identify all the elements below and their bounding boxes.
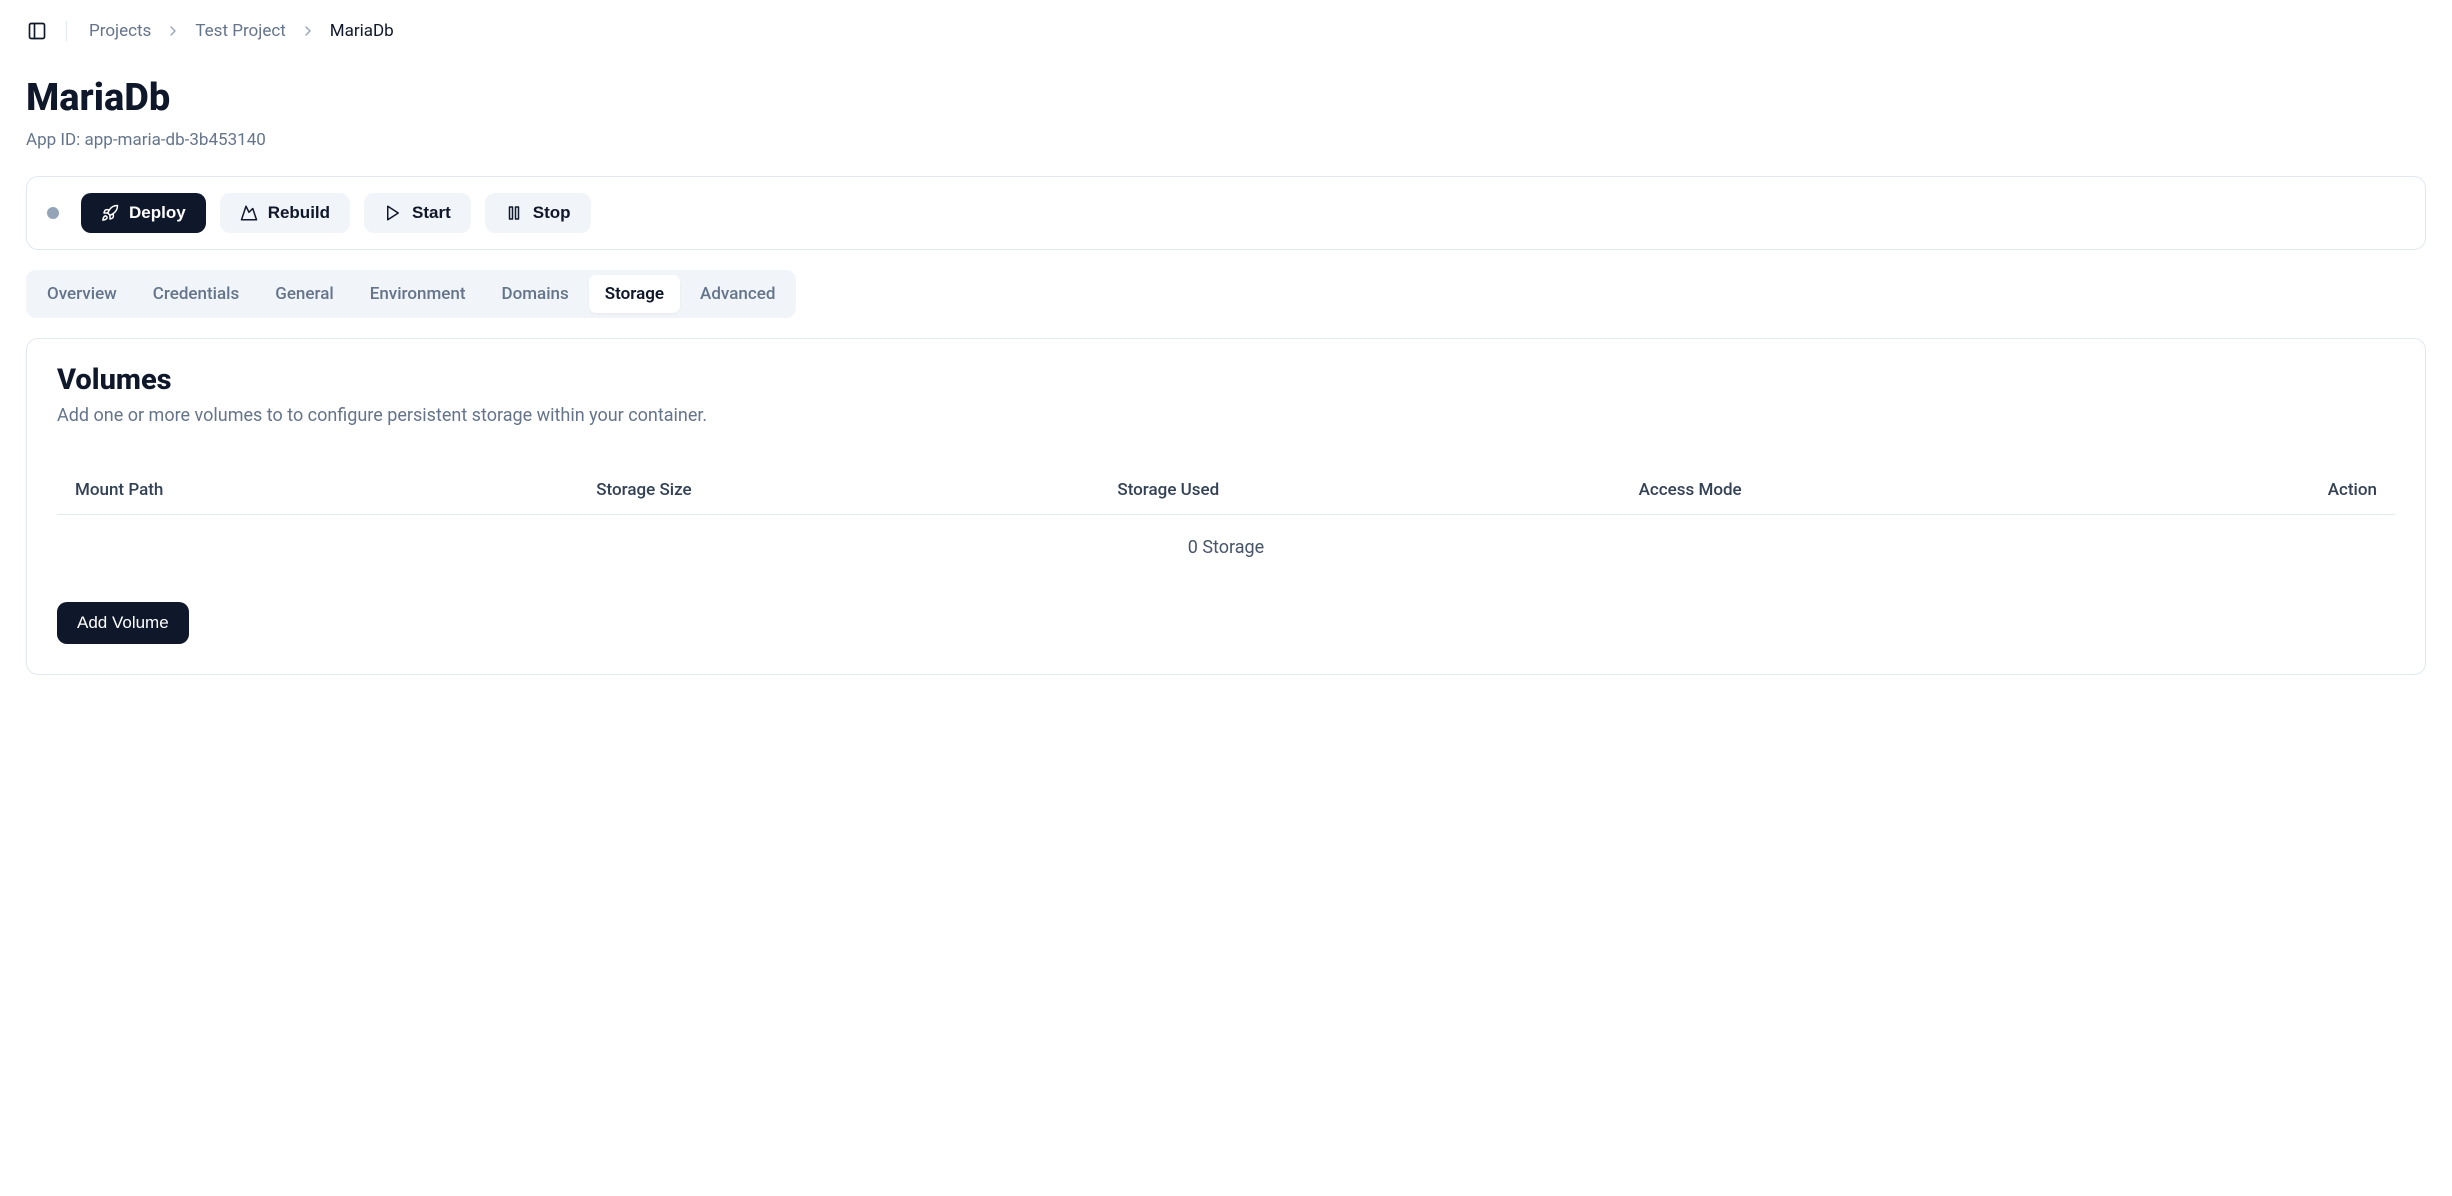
add-volume-button[interactable]: Add Volume [57, 602, 189, 644]
breadcrumb-link-project[interactable]: Test Project [195, 21, 285, 41]
play-icon [384, 204, 402, 222]
volumes-table-header: Mount Path Storage Size Storage Used Acc… [57, 466, 2395, 515]
breadcrumb-current: MariaDb [330, 21, 394, 41]
volumes-empty-state: 0 Storage [57, 515, 2395, 580]
column-storage-size: Storage Size [596, 480, 1117, 500]
tab-domains[interactable]: Domains [486, 275, 585, 313]
volumes-title: Volumes [57, 363, 2395, 397]
tab-advanced[interactable]: Advanced [684, 275, 791, 313]
rebuild-button[interactable]: Rebuild [220, 193, 350, 233]
divider [66, 21, 67, 41]
start-button[interactable]: Start [364, 193, 471, 233]
tab-general[interactable]: General [259, 275, 349, 313]
volumes-description: Add one or more volumes to to configure … [57, 405, 2395, 426]
start-button-label: Start [412, 203, 451, 223]
panel-left-icon [27, 21, 47, 41]
stop-button[interactable]: Stop [485, 193, 591, 233]
volumes-card: Volumes Add one or more volumes to to co… [26, 338, 2426, 675]
app-id-label: App ID: app-maria-db-3b453140 [26, 130, 2426, 150]
status-indicator [47, 207, 59, 219]
tab-overview[interactable]: Overview [31, 275, 133, 313]
tab-storage[interactable]: Storage [589, 275, 680, 313]
page-title: MariaDb [26, 76, 2426, 120]
pause-icon [505, 204, 523, 222]
sidebar-toggle-button[interactable] [26, 20, 48, 42]
tab-credentials[interactable]: Credentials [137, 275, 255, 313]
hammer-icon [240, 204, 258, 222]
column-access-mode: Access Mode [1639, 480, 2160, 500]
column-storage-used: Storage Used [1117, 480, 1638, 500]
tab-environment[interactable]: Environment [354, 275, 482, 313]
stop-button-label: Stop [533, 203, 571, 223]
column-action: Action [2160, 480, 2377, 500]
chevron-right-icon [300, 23, 316, 39]
actions-card: Deploy Rebuild Start Stop [26, 176, 2426, 250]
tabs: Overview Credentials General Environment… [26, 270, 796, 318]
breadcrumb-link-projects[interactable]: Projects [89, 21, 151, 41]
rebuild-button-label: Rebuild [268, 203, 330, 223]
breadcrumb: Projects Test Project MariaDb [89, 21, 394, 41]
deploy-button[interactable]: Deploy [81, 193, 206, 233]
deploy-button-label: Deploy [129, 203, 186, 223]
chevron-right-icon [165, 23, 181, 39]
rocket-icon [101, 204, 119, 222]
column-mount-path: Mount Path [75, 480, 596, 500]
